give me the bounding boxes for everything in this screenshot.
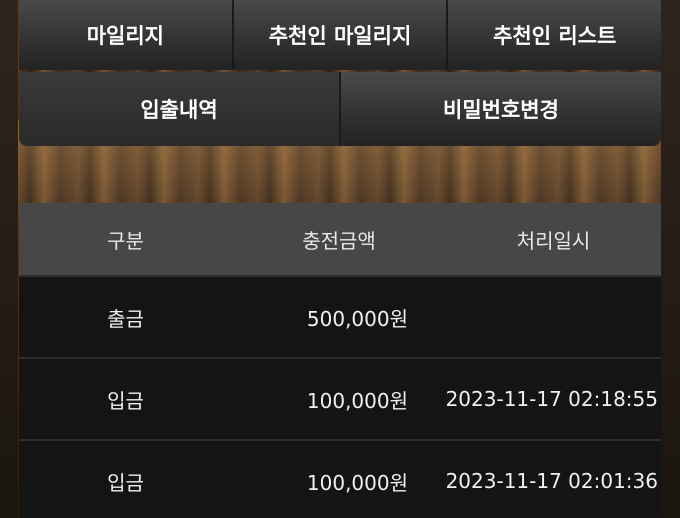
background-edge-right bbox=[661, 0, 680, 518]
tab-mileage[interactable]: 마일리지 bbox=[19, 0, 234, 70]
cell-amount: 100,000원 bbox=[306, 388, 408, 413]
cell-datetime: 2023-11-17 02:18:55 bbox=[445, 387, 658, 411]
transaction-table: 구분 충전금액 처리일시 출금 500,000원 입금 100,000원 202… bbox=[19, 203, 661, 518]
cell-type: 입금 bbox=[107, 470, 144, 495]
cell-amount: 500,000원 bbox=[306, 306, 408, 331]
cell-datetime: 2023-11-17 02:01:36 bbox=[445, 469, 658, 493]
tab-referrer-list[interactable]: 추천인 리스트 bbox=[448, 0, 661, 70]
page: 마일리지 추천인 마일리지 추천인 리스트 입출내역 비밀번호변경 구분 충전금… bbox=[0, 0, 680, 518]
table-row: 입금 100,000원 2023-11-17 02:01:36 bbox=[19, 439, 661, 518]
cell-datetime bbox=[446, 277, 661, 357]
tab-change-password[interactable]: 비밀번호변경 bbox=[341, 72, 661, 146]
column-header-datetime: 처리일시 bbox=[516, 228, 591, 253]
cell-type: 입금 bbox=[107, 388, 144, 413]
tab-referrer-mileage[interactable]: 추천인 마일리지 bbox=[233, 0, 449, 70]
menu-row-1: 마일리지 추천인 마일리지 추천인 리스트 bbox=[19, 0, 661, 70]
column-header-amount: 충전금액 bbox=[302, 228, 376, 253]
tab-transaction-history[interactable]: 입출내역 bbox=[19, 72, 341, 146]
cell-amount: 100,000원 bbox=[306, 470, 408, 495]
mypage-menu: 마일리지 추천인 마일리지 추천인 리스트 입출내역 비밀번호변경 bbox=[19, 0, 661, 146]
table-header: 구분 충전금액 처리일시 bbox=[19, 203, 661, 275]
column-header-type: 구분 bbox=[107, 228, 144, 253]
background-edge-left bbox=[0, 0, 18, 518]
table-row: 입금 100,000원 2023-11-17 02:18:55 bbox=[19, 357, 661, 439]
table-row: 출금 500,000원 bbox=[19, 275, 661, 357]
cell-type: 출금 bbox=[107, 306, 144, 331]
menu-row-2: 입출내역 비밀번호변경 bbox=[19, 72, 661, 146]
